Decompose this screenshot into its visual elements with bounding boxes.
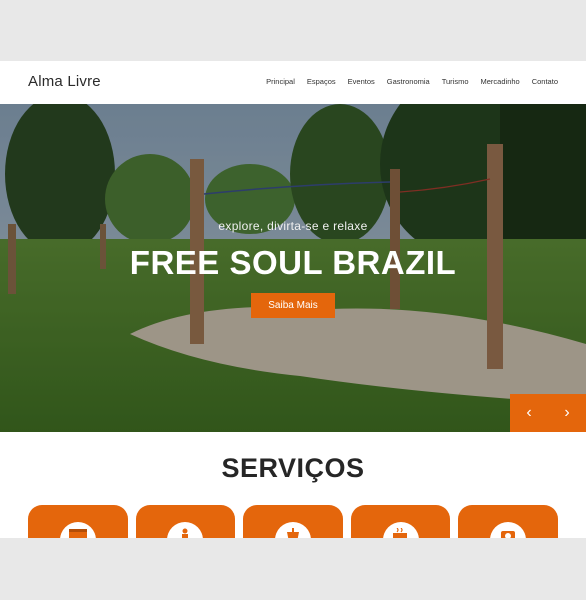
brand-logo[interactable]: Alma Livre [28,73,101,90]
nav-item-espacos[interactable]: Espaços [307,77,336,86]
coffee-icon [382,522,419,538]
service-card-coffee[interactable] [350,505,451,538]
service-card-camera[interactable] [458,505,558,538]
saiba-mais-button[interactable]: Saiba Mais [251,293,335,318]
nav-item-contato[interactable]: Contato [532,77,558,86]
site-header: Alma Livre Principal Espaços Eventos Gas… [0,61,586,105]
drink-icon [274,522,311,538]
services-title: SERVIÇOS [221,453,365,483]
nav-item-turismo[interactable]: Turismo [442,77,469,86]
nav-item-gastronomia[interactable]: Gastronomia [387,77,430,86]
hero-title: FREE SOUL BRAZIL [129,244,457,281]
service-card-calendar[interactable] [28,505,128,538]
hero-slider: explore, divirta-se e relaxe FREE SOUL B… [0,104,586,432]
camera-icon [490,522,527,538]
page: Alma Livre Principal Espaços Eventos Gas… [0,61,586,538]
main-nav: Principal Espaços Eventos Gastronomia Tu… [266,77,558,86]
nav-item-mercadinho[interactable]: Mercadinho [481,77,520,86]
calendar-icon [59,522,96,538]
services-cards [28,505,558,538]
hero-subtitle: explore, divirta-se e relaxe [218,219,368,233]
slider-controls: ‹ › [510,394,586,432]
person-icon [167,522,204,538]
nav-item-eventos[interactable]: Eventos [348,77,375,86]
service-card-drink[interactable] [243,505,343,538]
nav-item-principal[interactable]: Principal [266,77,295,86]
chevron-left-icon[interactable]: ‹ [510,394,548,432]
chevron-right-icon[interactable]: › [548,394,586,432]
service-card-person[interactable] [135,505,236,538]
